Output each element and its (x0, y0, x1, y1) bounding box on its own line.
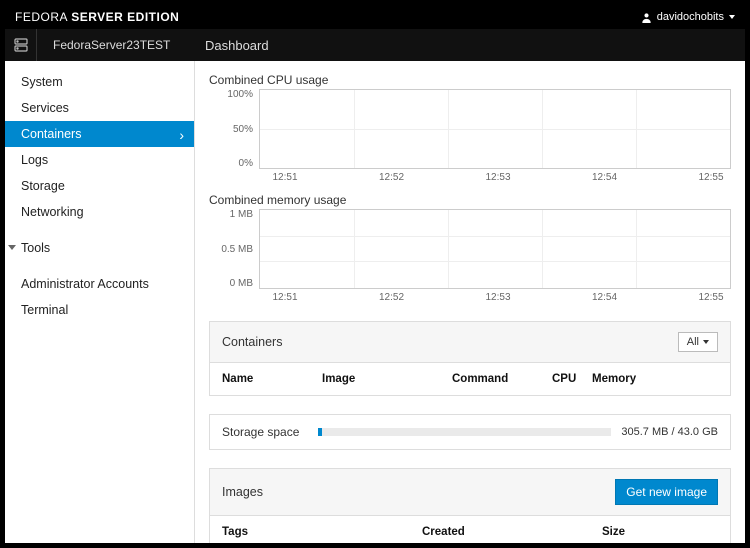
sidebar-group-tools[interactable]: Tools (5, 235, 194, 261)
brand: FEDORA SERVER EDITION (15, 10, 179, 24)
storage-label: Storage space (222, 425, 308, 439)
user-name: davidochobits (657, 11, 724, 23)
col-name: Name (222, 373, 322, 385)
mem-xtick: 12:52 (372, 292, 412, 303)
mem-ytick: 0 MB (230, 278, 253, 289)
cpu-xtick: 12:51 (265, 172, 305, 183)
col-created: Created (422, 526, 602, 538)
sidebar-item-storage[interactable]: Storage (5, 173, 194, 199)
content: Combined CPU usage 100% 50% 0% 12:51 12:… (195, 61, 745, 543)
col-size: Size (602, 526, 718, 538)
col-image: Image (322, 373, 452, 385)
cpu-ytick: 50% (233, 124, 253, 135)
sidebar-item-services[interactable]: Services (5, 95, 194, 121)
cpu-x-labels: 12:51 12:52 12:53 12:54 12:55 (259, 169, 731, 183)
col-tags: Tags (222, 526, 422, 538)
cpu-xtick: 12:53 (478, 172, 518, 183)
second-bar: FedoraServer23TEST Dashboard (5, 29, 745, 61)
mem-ytick: 1 MB (230, 209, 253, 220)
col-cpu: CPU (552, 373, 592, 385)
mem-xtick: 12:51 (265, 292, 305, 303)
brand-bold: SERVER EDITION (71, 10, 179, 24)
host-name[interactable]: FedoraServer23TEST (37, 38, 195, 52)
cpu-xtick: 12:55 (691, 172, 731, 183)
containers-filter-label: All (687, 336, 699, 348)
containers-filter-dropdown[interactable]: All (678, 332, 718, 352)
mem-xtick: 12:55 (691, 292, 731, 303)
mem-xtick: 12:53 (478, 292, 518, 303)
sidebar-item-logs[interactable]: Logs (5, 147, 194, 173)
col-command: Command (452, 373, 552, 385)
storage-progress-bar (318, 428, 322, 436)
storage-progress (318, 428, 611, 436)
containers-table-head: Name Image Command CPU Memory (210, 363, 730, 395)
user-icon (641, 12, 652, 23)
cpu-xtick: 12:52 (372, 172, 412, 183)
host-icon-box[interactable] (5, 29, 37, 61)
cpu-y-labels: 100% 50% 0% (209, 89, 259, 169)
mem-xtick: 12:54 (585, 292, 625, 303)
sidebar-item-containers[interactable]: Containers (5, 121, 194, 147)
cpu-chart-title: Combined CPU usage (209, 73, 731, 87)
cpu-xtick: 12:54 (585, 172, 625, 183)
user-menu[interactable]: davidochobits (641, 11, 735, 23)
sidebar-item-admin-accounts[interactable]: Administrator Accounts (5, 271, 194, 297)
cpu-ytick: 0% (239, 158, 253, 169)
cpu-ytick: 100% (227, 89, 253, 100)
sidebar: System Services Containers Logs Storage … (5, 61, 195, 543)
mem-plot (259, 209, 731, 289)
page-title: Dashboard (195, 38, 269, 53)
images-table-head: Tags Created Size (210, 516, 730, 543)
images-title: Images (222, 485, 263, 499)
cpu-plot (259, 89, 731, 169)
sidebar-item-terminal[interactable]: Terminal (5, 297, 194, 323)
chevron-down-icon (703, 340, 709, 344)
col-memory: Memory (592, 373, 718, 385)
storage-panel: Storage space 305.7 MB / 43.0 GB (209, 414, 731, 450)
storage-text: 305.7 MB / 43.0 GB (621, 426, 718, 438)
images-panel: Images Get new image Tags Created Size (209, 468, 731, 543)
server-icon (13, 37, 29, 53)
mem-y-labels: 1 MB 0.5 MB 0 MB (209, 209, 259, 289)
containers-panel: Containers All Name Image Command CPU Me… (209, 321, 731, 396)
top-bar: FEDORA SERVER EDITION davidochobits (5, 5, 745, 29)
mem-chart-title: Combined memory usage (209, 193, 731, 207)
brand-light: FEDORA (15, 10, 71, 24)
sidebar-item-system[interactable]: System (5, 69, 194, 95)
sidebar-item-networking[interactable]: Networking (5, 199, 194, 225)
cpu-chart: 100% 50% 0% 12:51 12:52 12:53 12:54 12:5… (209, 89, 731, 183)
chevron-down-icon (729, 15, 735, 19)
containers-title: Containers (222, 335, 282, 349)
mem-chart: 1 MB 0.5 MB 0 MB 12:51 12:52 12:53 12:54… (209, 209, 731, 303)
mem-x-labels: 12:51 12:52 12:53 12:54 12:55 (259, 289, 731, 303)
mem-ytick: 0.5 MB (221, 244, 253, 255)
get-new-image-button[interactable]: Get new image (615, 479, 718, 505)
